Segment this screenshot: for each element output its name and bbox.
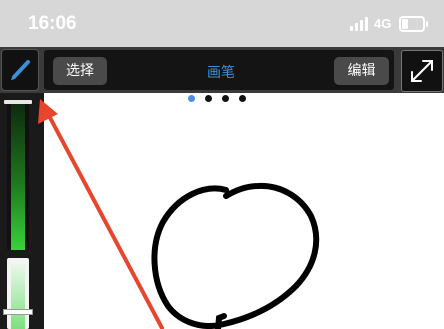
annotation-arrow-shaft xyxy=(45,110,164,329)
freehand-circle-stroke xyxy=(151,182,320,329)
annotation-arrow-head xyxy=(38,99,58,124)
drawing-canvas[interactable] xyxy=(0,0,444,329)
